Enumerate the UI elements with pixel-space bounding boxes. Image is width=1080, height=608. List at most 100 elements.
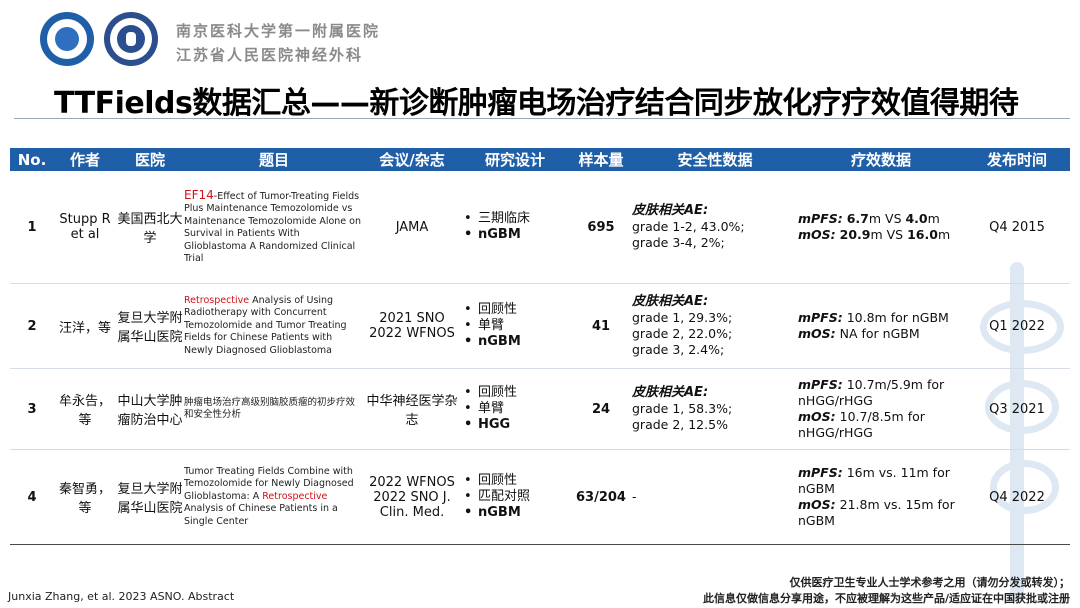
safety-line: grade 1, 58.3%;	[632, 401, 733, 416]
paper-title-text: Analysis of Chinese Patients in a Single…	[184, 503, 338, 527]
pfs-vs: m VS	[868, 211, 906, 226]
safety-cell: 皮肤相关AE: grade 1, 58.3%; grade 2, 12.5%	[632, 368, 798, 450]
os-label: mOS:	[798, 227, 836, 242]
retrospective-highlight: Retrospective	[262, 490, 328, 502]
os-value-a: 20.9	[839, 227, 871, 242]
safety-line: grade 3-4, 2%;	[632, 235, 725, 250]
table-row: 4 秦智勇，等 复旦大学附属华山医院 Tumor Treating Fields…	[10, 449, 1070, 545]
hospital-cell: 美国西北大学	[116, 171, 184, 284]
design-item: nGBM	[464, 227, 570, 243]
retrospective-highlight: Retrospective	[184, 294, 250, 306]
journal-cell: 2021 SNO 2022 WFNOS	[364, 283, 460, 369]
hospital-cell: 复旦大学附属华山医院	[116, 449, 184, 545]
row-number: 3	[10, 368, 54, 450]
efficacy-cell: mPFS: 10.7m/5.9m for nHGG/rHGG mOS: 10.7…	[798, 368, 964, 450]
design-item: 匹配对照	[464, 489, 570, 505]
efficacy-cell: mPFS: 6.7m VS 4.0m mOS: 20.9m VS 16.0m	[798, 171, 964, 284]
pfs-line: mPFS: 10.7m/5.9m for nHGG/rHGG	[798, 377, 964, 409]
pfs-value-a: 6.7	[846, 211, 869, 226]
journal-cell: 2022 WFNOS 2022 SNO J. Clin. Med.	[364, 449, 460, 545]
disclaimer-line-1: 仅供医疗卫生专业人士学术参考之用（请勿分发或转发）；	[789, 576, 1071, 589]
hospital-cell: 复旦大学附属华山医院	[116, 283, 184, 369]
os-unit: m	[937, 227, 951, 242]
os-value: NA for nGBM	[835, 326, 920, 341]
safety-line: grade 2, 12.5%	[632, 417, 728, 432]
safety-line: grade 1, 29.3%;	[632, 310, 733, 325]
journal-cell: 中华神经医学杂志	[364, 368, 460, 450]
pfs-line: mPFS: 10.8m for nGBM	[798, 310, 964, 326]
hospital-name: 南京医科大学第一附属医院	[176, 22, 381, 40]
os-vs: m VS	[870, 227, 908, 242]
date-cell: Q1 2022	[964, 283, 1070, 369]
efficacy-cell: mPFS: 16m vs. 11m for nGBM mOS: 21.8m vs…	[798, 449, 964, 545]
header-efficacy: 疗效数据	[798, 148, 964, 171]
date-cell: Q4 2015	[964, 171, 1070, 284]
safety-none: -	[632, 489, 637, 504]
sample-size-cell: 24	[570, 368, 632, 450]
author-cell: 秦智勇，等	[54, 449, 116, 545]
pfs-value-b: 4.0	[905, 211, 928, 226]
safety-heading: 皮肤相关AE:	[632, 385, 709, 400]
pfs-value: 10.8m for nGBM	[842, 310, 949, 325]
pfs-line: mPFS: 6.7m VS 4.0m	[798, 211, 964, 227]
header-sample: 样本量	[570, 148, 632, 171]
safety-cell: -	[632, 449, 798, 545]
os-line: mOS: NA for nGBM	[798, 326, 964, 342]
sample-size-cell: 695	[570, 171, 632, 284]
table-row: 2 汪洋，等 复旦大学附属华山医院 Retrospective Analysis…	[10, 283, 1070, 369]
pfs-label: mPFS:	[798, 310, 843, 325]
header-no: No.	[10, 148, 54, 171]
data-summary-table: No. 作者 医院 题目 会议/杂志 研究设计 样本量 安全性数据 疗效数据 发…	[10, 148, 1070, 545]
sample-size-cell: 41	[570, 283, 632, 369]
header-date: 发布时间	[964, 148, 1070, 171]
design-item: nGBM	[464, 505, 570, 521]
design-item: 回顾性	[464, 473, 570, 489]
row-number: 2	[10, 283, 54, 369]
safety-cell: 皮肤相关AE: grade 1-2, 43.0%; grade 3-4, 2%;	[632, 171, 798, 284]
date-cell: Q3 2021	[964, 368, 1070, 450]
os-label: mOS:	[798, 497, 836, 512]
header-author: 作者	[54, 148, 116, 171]
safety-line: grade 3, 2.4%;	[632, 342, 725, 357]
safety-cell: 皮肤相关AE: grade 1, 29.3%; grade 2, 22.0%; …	[632, 283, 798, 369]
design-cell: 回顾性 单臂 HGG	[460, 368, 570, 450]
page-title: TTFields数据汇总——新诊断肿瘤电场治疗结合同步放化疗疗效值得期待	[54, 86, 1019, 121]
design-item: 三期临床	[464, 211, 570, 227]
table-row: 3 牟永告，等 中山大学肿瘤防治中心 肿瘤电场治疗高级别脑胶质瘤的初步疗效和安全…	[10, 368, 1070, 450]
header-safety: 安全性数据	[632, 148, 798, 171]
header-title: 题目	[184, 148, 364, 171]
pfs-label: mPFS:	[798, 465, 843, 480]
efficacy-cell: mPFS: 10.8m for nGBM mOS: NA for nGBM	[798, 283, 964, 369]
author-cell: 汪洋，等	[54, 283, 116, 369]
design-cell: 回顾性 单臂 nGBM	[460, 283, 570, 369]
design-item: nGBM	[464, 334, 570, 350]
pfs-label: mPFS:	[798, 377, 843, 392]
design-item: 回顾性	[464, 385, 570, 401]
safety-line: grade 1-2, 43.0%;	[632, 219, 745, 234]
hospital-logo	[40, 12, 94, 66]
os-label: mOS:	[798, 326, 836, 341]
hospital-cell: 中山大学肿瘤防治中心	[116, 368, 184, 450]
design-cell: 回顾性 匹配对照 nGBM	[460, 449, 570, 545]
safety-line: grade 2, 22.0%;	[632, 326, 733, 341]
author-cell: 牟永告，等	[54, 368, 116, 450]
paper-title-cell: 肿瘤电场治疗高级别脑胶质瘤的初步疗效和安全性分析	[184, 368, 364, 450]
university-logo	[104, 12, 158, 66]
os-value-b: 16.0	[907, 227, 938, 242]
pfs-line: mPFS: 16m vs. 11m for nGBM	[798, 465, 964, 497]
design-item: HGG	[464, 417, 570, 433]
department-name: 江苏省人民医院神经外科	[176, 46, 364, 64]
date-cell: Q4 2022	[964, 449, 1070, 545]
source-citation: Junxia Zhang, et al. 2023 ASNO. Abstract	[8, 590, 235, 603]
header-hospital: 医院	[116, 148, 184, 171]
design-item: 回顾性	[464, 302, 570, 318]
os-line: mOS: 21.8m vs. 15m for nGBM	[798, 497, 964, 529]
row-number: 1	[10, 171, 54, 284]
paper-title-cell: EF14-Effect of Tumor-Treating Fields Plu…	[184, 171, 364, 284]
row-number: 4	[10, 449, 54, 545]
sample-size-cell: 63/204	[570, 449, 632, 545]
table-header-row: No. 作者 医院 题目 会议/杂志 研究设计 样本量 安全性数据 疗效数据 发…	[10, 148, 1070, 171]
os-label: mOS:	[798, 409, 836, 424]
journal-cell: JAMA	[364, 171, 460, 284]
table-row: 1 Stupp R et al 美国西北大学 EF14-Effect of Tu…	[10, 171, 1070, 284]
